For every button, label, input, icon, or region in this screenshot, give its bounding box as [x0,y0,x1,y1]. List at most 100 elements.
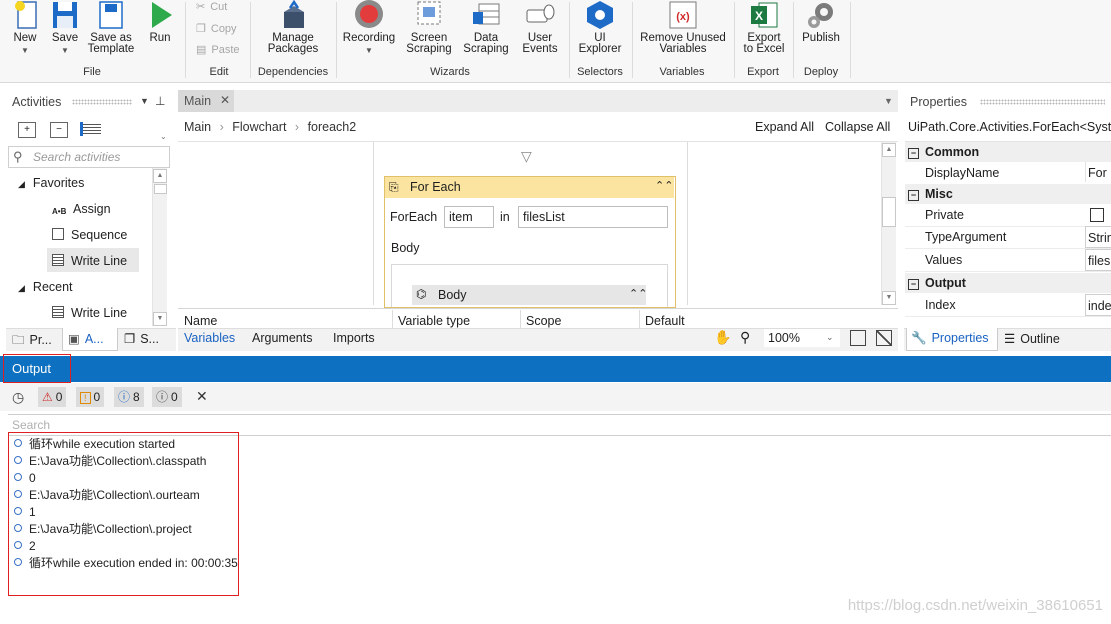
tab-outline[interactable]: ☰ Outline [1004,331,1060,346]
publish-button[interactable]: Publish [798,0,844,58]
displayname-input[interactable]: For I [1085,162,1111,182]
zoom-search-icon[interactable]: ⚲ [740,329,750,346]
property-label: Values [925,253,963,267]
save-icon [53,2,77,28]
warnings-filter[interactable]: ! 0 [76,387,105,407]
tab-arguments[interactable]: Arguments [252,331,312,345]
chevron-down-icon[interactable]: ⌄ [160,132,167,141]
chevron-down-icon[interactable]: ▼ [140,96,149,106]
log-line[interactable]: 0 [14,470,36,487]
manage-packages-button[interactable]: Manage Packages [262,0,324,58]
log-line[interactable]: 1 [14,504,36,521]
breadcrumb-item[interactable]: Main [184,120,211,134]
tab-main[interactable]: Main ✕ [178,90,234,112]
tab-activities[interactable]: ▣ A... [68,331,104,346]
scroll-up-icon[interactable]: ▲ [153,169,167,183]
category-common[interactable]: − Common [905,142,1111,162]
column-header-variable-type[interactable]: Variable type [398,314,470,328]
breadcrumb-item[interactable]: Flowchart [232,120,286,134]
tab-snippets[interactable]: ❐ S... [124,331,159,346]
paste-button[interactable]: ▤ Paste [196,43,240,56]
copy-button[interactable]: ❐ Copy [196,22,237,35]
ui-explorer-button[interactable]: UI Explorer [574,0,626,58]
favorites-node[interactable]: ◢ Favorites [18,176,84,190]
body-sequence-header[interactable]: ⌬ Body ⌃⌃ [412,285,647,305]
search-activities-input[interactable]: Search activities [33,150,120,164]
breadcrumb-item[interactable]: foreach2 [308,120,357,134]
tab-properties[interactable]: 🔧 Properties [911,331,989,346]
collapse-chevron-icon[interactable]: ⌃⌃ [629,287,647,300]
scroll-thumb[interactable] [154,184,167,194]
export-to-excel-button[interactable]: X Export to Excel [740,0,788,58]
search-activities-box[interactable]: ⚲ Search activities [8,146,170,168]
chevron-down-icon[interactable]: ▼ [884,96,893,106]
info-filter[interactable]: ⓘ 8 [114,387,144,407]
scroll-down-icon[interactable]: ▼ [882,291,896,305]
tab-imports[interactable]: Imports [333,331,375,345]
fit-to-screen-icon[interactable] [850,330,866,346]
save-as-template-button[interactable]: Save as Template [86,0,136,58]
property-row-private[interactable]: Private [905,204,1111,227]
trace-filter[interactable]: ⓘ 0 [152,387,182,407]
log-line[interactable]: E:\Java功能\Collection\.project [14,521,192,538]
private-checkbox[interactable] [1090,208,1104,222]
remove-unused-variables-button[interactable]: (x) Remove Unused Variables [638,0,728,58]
screen-scraping-button[interactable]: Screen Scraping [402,0,456,58]
property-row-typeargument[interactable]: TypeArgument Strin [905,226,1111,249]
values-input[interactable]: files [1085,249,1111,271]
property-row-values[interactable]: Values files [905,249,1111,272]
index-input[interactable]: inde [1085,294,1111,316]
recent-node[interactable]: ◢ Recent [18,280,73,294]
output-search-input[interactable]: Search [12,418,50,432]
activity-item-sequence[interactable]: Sequence [52,228,127,242]
log-line[interactable]: 循环while execution started [14,436,175,453]
run-button[interactable]: Run [142,0,178,58]
package-icon [284,0,304,28]
panel-grip[interactable] [72,99,132,105]
foreach-collection-input[interactable]: filesList [518,206,668,228]
expand-all-link[interactable]: Expand All [755,120,814,134]
log-line[interactable]: E:\Java功能\Collection\.classpath [14,453,206,470]
data-scraping-button[interactable]: Data Scraping [460,0,512,58]
scroll-up-icon[interactable]: ▲ [882,143,896,157]
expand-all-icon[interactable]: + [18,122,36,138]
activity-item-write-line[interactable]: Write Line [52,254,127,268]
foreach-header[interactable]: ⎘ For Each ⌃⌃ [385,177,674,198]
list-view-icon[interactable] [80,122,101,136]
column-header-name[interactable]: Name [184,314,217,328]
scroll-down-icon[interactable]: ▼ [153,312,167,326]
property-row-index[interactable]: Index inde [905,294,1111,317]
category-output[interactable]: − Output [905,273,1111,293]
category-misc[interactable]: − Misc [905,184,1111,204]
activity-item-write-line-recent[interactable]: Write Line [52,306,127,320]
activity-item-assign[interactable]: A•B Assign [52,202,111,219]
panel-grip[interactable] [980,99,1105,105]
clock-icon[interactable]: ◷ [12,389,24,406]
clear-output-icon[interactable]: ✕ [196,388,208,405]
tab-project[interactable]: 🗀 Pr... [12,331,52,352]
scroll-thumb[interactable] [882,197,896,227]
collapse-chevron-icon[interactable]: ⌃⌃ [655,179,673,192]
errors-filter[interactable]: ⚠ 0 [38,387,67,407]
column-header-default[interactable]: Default [645,314,685,328]
overview-icon[interactable] [876,330,892,346]
foreach-item-input[interactable]: item [444,206,494,228]
pin-icon[interactable]: ⊥ [155,94,165,108]
tab-variables[interactable]: Variables [184,331,235,345]
recording-button[interactable]: Recording ▼ [340,0,398,58]
user-events-button[interactable]: User Events [516,0,564,58]
log-line[interactable]: 2 [14,538,36,555]
property-row-displayname[interactable]: DisplayName For I [905,162,1111,185]
zoom-select[interactable]: 100% ⌄ [764,329,840,347]
collapse-all-link[interactable]: Collapse All [825,120,890,134]
typeargument-select[interactable]: Strin [1085,226,1111,248]
cut-button[interactable]: ✂ Cut [196,0,227,13]
close-icon[interactable]: ✕ [220,93,230,107]
log-line[interactable]: 循环while execution ended in: 00:00:35 [14,555,238,572]
save-button[interactable]: Save ▼ [46,0,84,58]
log-line[interactable]: E:\Java功能\Collection\.ourteam [14,487,200,504]
collapse-all-icon[interactable]: − [50,122,68,138]
hand-pan-icon[interactable]: ✋ [714,329,731,346]
new-button[interactable]: New ▼ [6,0,44,58]
column-header-scope[interactable]: Scope [526,314,561,328]
